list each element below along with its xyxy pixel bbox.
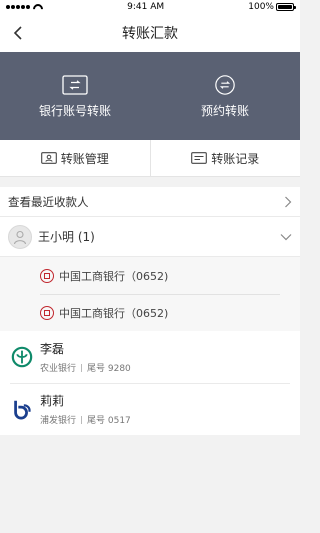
- transfer-records-button[interactable]: 转账记录: [149, 140, 301, 176]
- recent-payees-header[interactable]: 查看最近收款人: [0, 187, 300, 217]
- payee-account-item[interactable]: 中国工商银行（0652): [0, 294, 300, 331]
- avatar: [8, 224, 32, 249]
- scheduled-transfer-button[interactable]: 预约转账: [150, 52, 300, 140]
- payee-item[interactable]: 莉莉 浦发银行 尾号 0517: [0, 383, 300, 435]
- icbc-bank-logo-icon: [40, 268, 54, 283]
- record-icon: [191, 152, 208, 164]
- bank-account-transfer-button[interactable]: 银行账号转账: [0, 52, 150, 140]
- transfer-management-label: 转账管理: [60, 151, 109, 166]
- divider: [81, 363, 83, 372]
- signal-wifi: [6, 4, 43, 11]
- back-chevron-icon: [13, 26, 22, 40]
- user-icon: [13, 230, 27, 244]
- chevron-down-icon: [280, 233, 292, 240]
- payee-bank: 农业银行: [40, 364, 77, 374]
- status-bar: 9:41 AM 100%: [0, 0, 300, 14]
- payee-bank: 浦发银行: [40, 416, 77, 426]
- account-bank-label: 中国工商银行（0652): [59, 269, 169, 283]
- payee-item[interactable]: 李磊 农业银行 尾号 9280: [0, 331, 300, 383]
- spdb-bank-logo-icon: [10, 397, 34, 421]
- battery-icon: [275, 3, 296, 11]
- account-bank-label: 中国工商银行（0652): [59, 306, 169, 320]
- transfer-records-label: 转账记录: [211, 151, 260, 166]
- payee-account-tail: 尾号 9280: [87, 364, 131, 374]
- payee-name: 王小明: [38, 230, 75, 244]
- nav-bar: 转账汇款: [0, 14, 300, 52]
- clock-transfer-icon: [211, 74, 239, 96]
- payee-account-tail: 尾号 0517: [87, 416, 131, 426]
- payee-account-count: (1): [77, 230, 95, 244]
- hero-actions: 银行账号转账 预约转账: [0, 52, 300, 140]
- tool-bar: 转账管理 转账记录: [0, 140, 300, 177]
- bank-account-transfer-label: 银行账号转账: [38, 103, 111, 118]
- card-transfer-icon: [61, 74, 89, 96]
- chevron-right-icon: [285, 196, 292, 207]
- payee-account-item[interactable]: 中国工商银行（0652): [0, 257, 300, 294]
- payee-name: 李磊: [40, 342, 65, 356]
- signal-icon: [6, 5, 30, 9]
- page-title: 转账汇款: [122, 26, 178, 42]
- abc-bank-logo-icon: [10, 345, 34, 369]
- recent-payees-section: 查看最近收款人 王小明 (1) 中国工商银行（0652) 中国工商银行（0652…: [0, 187, 300, 435]
- transfer-management-button[interactable]: 转账管理: [0, 140, 150, 176]
- id-card-icon: [40, 152, 57, 164]
- wifi-icon: [33, 4, 43, 11]
- payee-name: 莉莉: [40, 394, 65, 408]
- status-time: 9:41 AM: [127, 2, 165, 12]
- payee-group-row[interactable]: 王小明 (1): [0, 217, 300, 257]
- payee-account-list: 中国工商银行（0652) 中国工商银行（0652): [0, 257, 300, 331]
- recent-payees-title: 查看最近收款人: [8, 194, 89, 209]
- icbc-bank-logo-icon: [40, 305, 54, 320]
- battery-percent: 100%: [248, 2, 274, 12]
- scheduled-transfer-label: 预约转账: [200, 103, 249, 118]
- divider: [81, 415, 83, 424]
- back-button[interactable]: [8, 23, 28, 43]
- payee-group-name: 王小明 (1): [38, 228, 280, 245]
